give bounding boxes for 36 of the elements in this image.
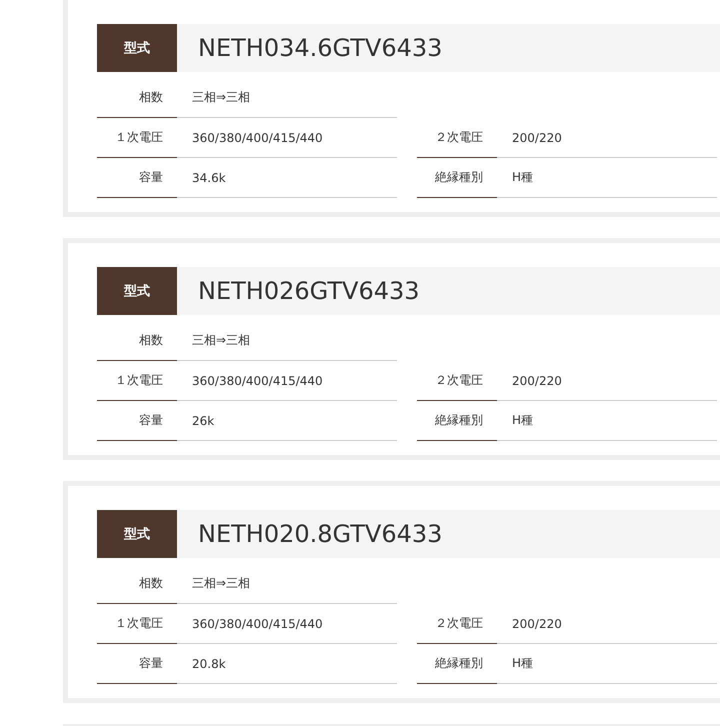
model-name: NETH034.6GTV6433 — [197, 33, 442, 64]
spec-label: ２次電圧 — [417, 604, 497, 644]
spec-value: 三相⇒三相 — [177, 321, 397, 361]
spec-label: １次電圧 — [97, 604, 177, 644]
spec-value: 三相⇒三相 — [177, 564, 397, 604]
spec-value: 360/380/400/415/440 — [177, 118, 397, 158]
spec-value: H種 — [497, 401, 717, 441]
model-name: NETH020.8GTV6433 — [197, 519, 442, 550]
spec-value: 200/220 — [497, 361, 717, 401]
spec-label: 相数 — [97, 78, 177, 118]
spec-label: 相数 — [97, 564, 177, 604]
spec-value: 20.8k — [177, 644, 397, 684]
model-name: NETH026GTV6433 — [197, 276, 420, 307]
model-label: 型式 — [97, 24, 177, 72]
spec-label: 絶縁種別 — [417, 158, 497, 198]
spec-label: ２次電圧 — [417, 118, 497, 158]
spec-value: 26k — [177, 401, 397, 441]
spec-label: １次電圧 — [97, 361, 177, 401]
spec-label: 容量 — [97, 158, 177, 198]
spec-value: 360/380/400/415/440 — [177, 604, 397, 644]
spec-value: 34.6k — [177, 158, 397, 198]
spec-value: 三相⇒三相 — [177, 78, 397, 118]
spec-value: H種 — [497, 158, 717, 198]
spec-value: 360/380/400/415/440 — [177, 361, 397, 401]
spec-label: 相数 — [97, 321, 177, 361]
spec-value: H種 — [497, 644, 717, 684]
spec-value: 200/220 — [497, 604, 717, 644]
model-label: 型式 — [97, 510, 177, 558]
spec-label: １次電圧 — [97, 118, 177, 158]
spec-value: 200/220 — [497, 118, 717, 158]
spec-label: ２次電圧 — [417, 361, 497, 401]
spec-label: 絶縁種別 — [417, 401, 497, 441]
spec-label: 絶縁種別 — [417, 644, 497, 684]
model-label: 型式 — [97, 267, 177, 315]
spec-label: 容量 — [97, 401, 177, 441]
spec-label: 容量 — [97, 644, 177, 684]
